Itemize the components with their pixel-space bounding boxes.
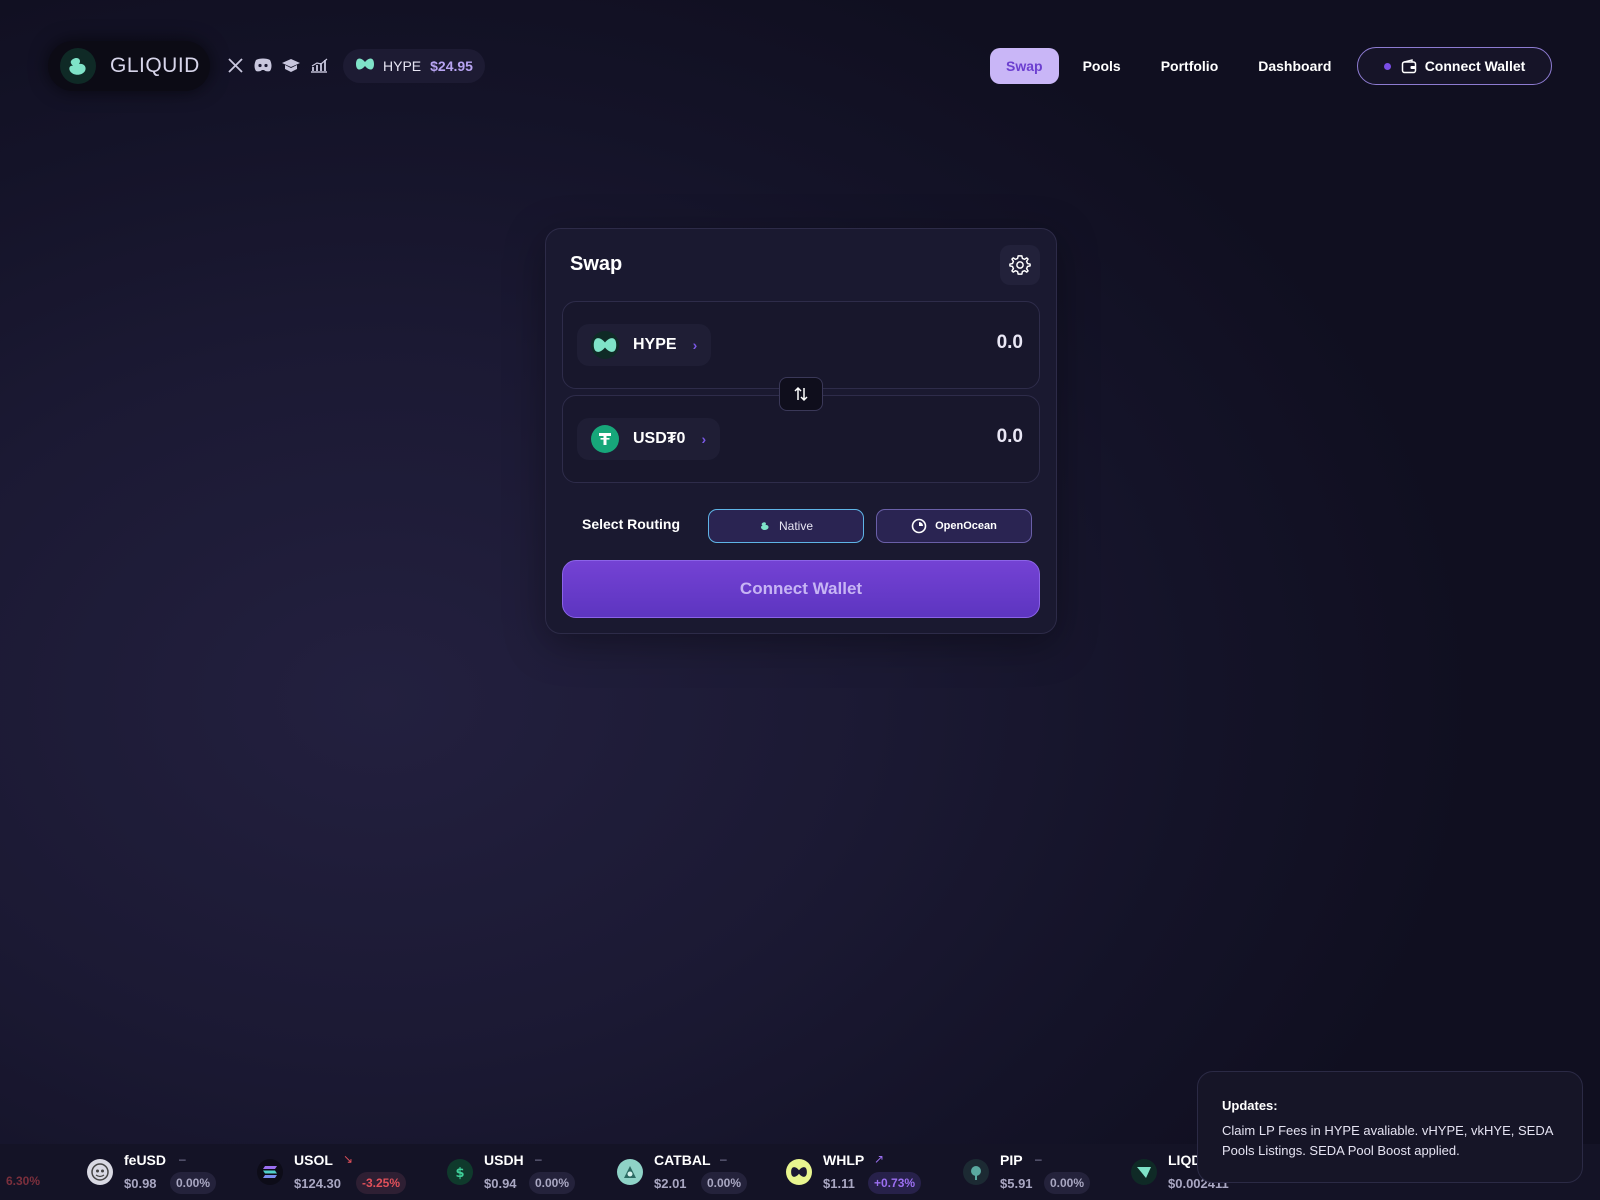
updates-toast: Updates: Claim LP Fees in HYPE avaliable…: [1197, 1071, 1583, 1183]
ticker-symbol: feUSD: [124, 1152, 167, 1168]
price-chip-value: $24.95: [430, 58, 473, 74]
openocean-icon: [911, 518, 927, 534]
route-openocean-label: OpenOcean: [935, 520, 997, 532]
chart-icon[interactable]: [308, 54, 330, 76]
ticker-edge-change: 6.30%: [6, 1174, 41, 1188]
from-amount-input[interactable]: [823, 332, 1023, 354]
tab-portfolio[interactable]: Portfolio: [1145, 48, 1235, 84]
brand-name: GLIQUID: [110, 54, 200, 77]
docs-icon[interactable]: [280, 54, 302, 76]
to-token-selector[interactable]: USD₮0 ›: [577, 418, 721, 460]
trend-flat-icon: –: [535, 1152, 542, 1166]
whlp-token-icon: [786, 1159, 812, 1185]
ticker-symbol: USOL: [294, 1152, 333, 1168]
main-nav: Swap Pools Portfolio Dashboard: [990, 48, 1347, 84]
ticker-price: $1.11: [823, 1176, 855, 1191]
chevron-right-icon: ›: [692, 337, 698, 353]
ticker-change: 0.00%: [1044, 1172, 1091, 1194]
gliquid-logo-icon: [759, 520, 771, 532]
x-icon[interactable]: [224, 54, 246, 76]
hype-price-chip: HYPE $24.95: [343, 49, 485, 83]
ticker-symbol: CATBAL: [654, 1152, 711, 1168]
ticker-symbol: PIP: [1000, 1152, 1023, 1168]
hype-token-icon: [355, 56, 375, 77]
trend-up-icon: ↗: [874, 1152, 885, 1166]
ticker-change: 0.00%: [170, 1172, 217, 1194]
ticker-symbol: USDH: [484, 1152, 524, 1168]
from-token-name: HYPE: [633, 336, 677, 353]
ticker-change: 0.00%: [529, 1172, 576, 1194]
top-navbar: GLIQUID HYPE $24.95 Swap Pools Portfolio…: [0, 0, 1600, 132]
ticker-price: $0.98: [124, 1176, 157, 1191]
brand-logo[interactable]: GLIQUID: [48, 41, 210, 91]
gliquid-logo-icon: [60, 48, 96, 84]
feusd-token-icon: [87, 1159, 113, 1185]
trend-flat-icon: –: [720, 1152, 727, 1166]
settings-button[interactable]: [1000, 245, 1040, 285]
swap-card-title: Swap: [570, 253, 623, 275]
catbal-token-icon: [617, 1159, 643, 1185]
tab-pools[interactable]: Pools: [1067, 48, 1137, 84]
flip-tokens-button[interactable]: [779, 377, 823, 411]
discord-icon[interactable]: [252, 54, 274, 76]
from-token-selector[interactable]: HYPE ›: [577, 324, 712, 366]
status-dot: [1383, 62, 1391, 70]
connect-wallet-button[interactable]: Connect Wallet: [562, 560, 1040, 618]
swap-card: Swap HYPE › USD₮0 ›: [545, 228, 1057, 634]
ticker-price: $0.94: [484, 1176, 517, 1191]
trend-down-icon: ↘: [343, 1152, 354, 1166]
header-connect-wallet-button[interactable]: Connect Wallet: [1357, 47, 1552, 85]
ticker-change: 0.00%: [701, 1172, 748, 1194]
hype-token-icon: [591, 331, 619, 359]
usdh-token-icon: $: [447, 1159, 473, 1185]
swap-arrows-icon: [793, 386, 809, 402]
svg-text:$: $: [455, 1166, 464, 1180]
ticker-change: -3.25%: [356, 1172, 407, 1194]
wallet-icon: [1401, 58, 1417, 74]
usdt0-token-icon: [591, 425, 619, 453]
routing-label: Select Routing: [582, 516, 681, 532]
tab-swap[interactable]: Swap: [990, 48, 1059, 84]
gear-icon: [1009, 254, 1031, 276]
trend-flat-icon: –: [179, 1152, 186, 1166]
tab-dashboard[interactable]: Dashboard: [1242, 48, 1347, 84]
pip-token-icon: [963, 1159, 989, 1185]
route-native-button[interactable]: Native: [708, 509, 864, 543]
chevron-right-icon: ›: [701, 431, 707, 447]
to-amount-input[interactable]: [823, 426, 1023, 448]
social-links: [224, 54, 330, 76]
header-connect-wallet-label: Connect Wallet: [1424, 58, 1526, 74]
trend-flat-icon: –: [1035, 1152, 1042, 1166]
updates-title: Updates:: [1222, 1098, 1278, 1113]
price-chip-token: HYPE: [383, 58, 422, 74]
updates-body: Claim LP Fees in HYPE avaliable. vHYPE, …: [1222, 1123, 1553, 1158]
ticker-price: $2.01: [654, 1176, 687, 1191]
ticker-price: $5.91: [1000, 1176, 1033, 1191]
ticker-change: +0.73%: [868, 1172, 922, 1194]
liqd-token-icon: [1131, 1159, 1157, 1185]
ticker-symbol: WHLP: [823, 1152, 865, 1168]
from-token-panel: HYPE ›: [562, 301, 1040, 389]
usol-token-icon: [257, 1159, 283, 1185]
ticker-price: $124.30: [294, 1176, 341, 1191]
route-native-label: Native: [778, 519, 813, 533]
route-openocean-button[interactable]: OpenOcean: [876, 509, 1032, 543]
to-token-name: USD₮0: [633, 430, 686, 447]
